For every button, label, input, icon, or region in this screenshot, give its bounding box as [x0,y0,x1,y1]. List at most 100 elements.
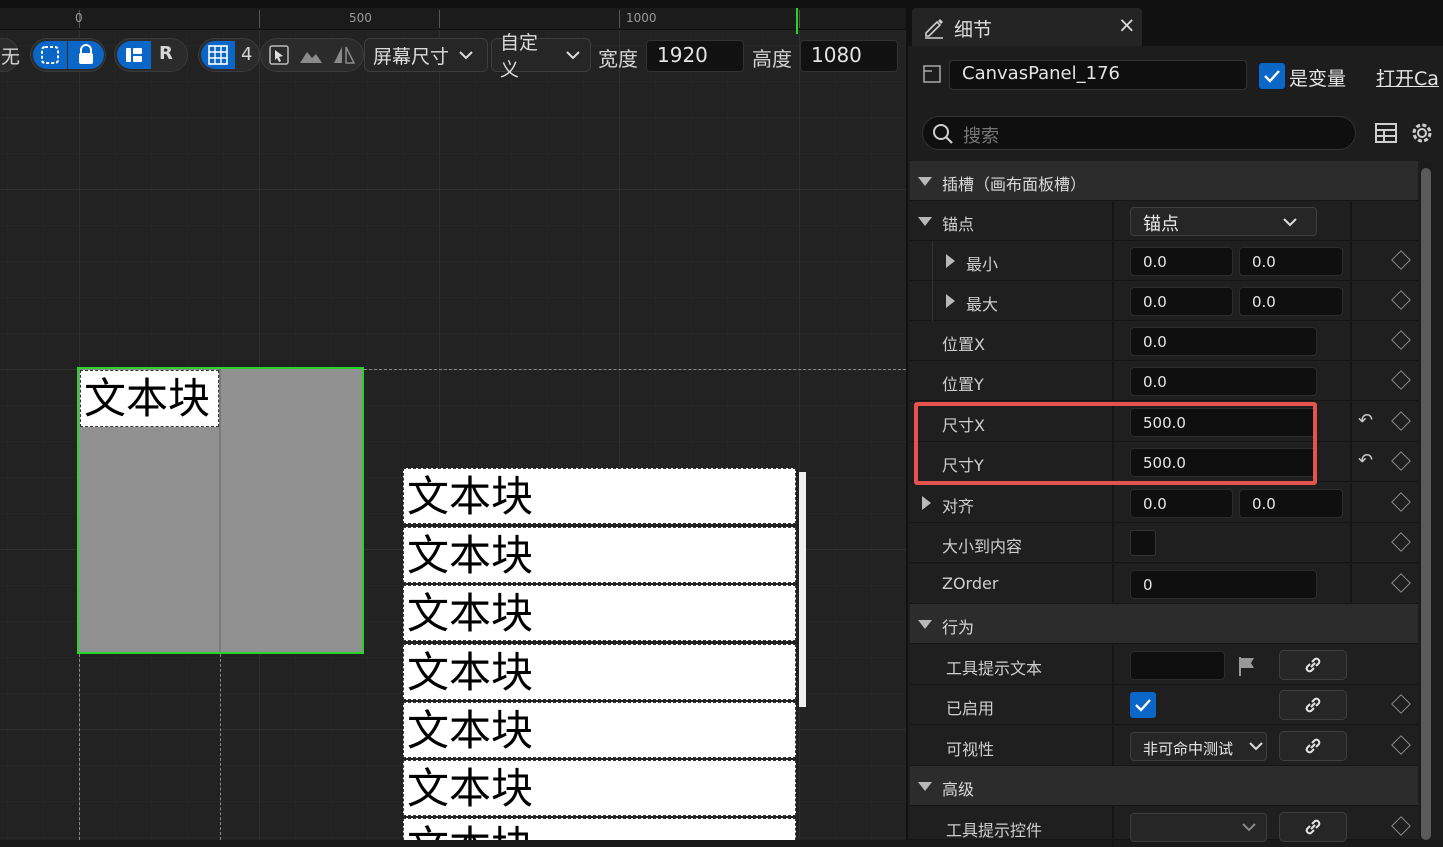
search-icon [931,122,955,150]
height-input[interactable]: 1080 [800,40,898,72]
prop-label: 大小到内容 [942,537,1023,556]
layout-icon[interactable] [117,41,151,69]
triangle-right-icon[interactable] [922,496,931,510]
prop-label: 最小 [966,255,999,274]
section-behavior[interactable]: 行为 [910,604,1418,644]
designer-canvas[interactable]: 文本块 文本块 文本块 文本块 文本块 文本块 文本块 文本块 [0,0,906,840]
tooltip-text-input[interactable] [1130,651,1225,680]
width-input[interactable]: 1920 [646,40,744,72]
list-item[interactable]: 文本块 [403,702,796,758]
prop-label: 位置Y [942,375,984,394]
link-icon [1305,819,1321,835]
list-item[interactable]: 文本块 [403,644,796,700]
keyframe-diamond-icon[interactable] [1391,532,1411,552]
section-advanced[interactable]: 高级 [910,766,1418,806]
section-label: 高级 [942,780,975,799]
lock-button-group[interactable] [30,38,106,72]
zorder-input[interactable]: 0 [1130,570,1317,599]
keyframe-diamond-icon[interactable] [1391,451,1411,471]
mirror-icon[interactable] [331,43,357,72]
grid-snap-group[interactable]: 4 [198,38,260,72]
prop-label: 可视性 [946,740,995,759]
position-y-input[interactable]: 0.0 [1130,367,1317,396]
reset-arrow-icon[interactable]: ↶ [1358,410,1373,431]
keyframe-diamond-icon[interactable] [1391,330,1411,350]
tab-title: 细节 [954,19,993,41]
component-name-input[interactable]: CanvasPanel_176 [949,60,1247,90]
alignment-x-input[interactable]: 0.0 [1130,489,1233,518]
is-variable-label: 是变量 [1289,68,1347,90]
max-y-input[interactable]: 0.0 [1239,287,1343,316]
details-scrollbar[interactable] [1420,162,1432,840]
check-icon [1264,70,1280,83]
panel-divider [219,369,221,652]
chevron-down-icon [1283,218,1297,227]
row-enabled: 已启用 [910,685,1418,725]
list-item[interactable]: 文本块 [403,760,796,816]
binding-button[interactable] [1279,731,1347,761]
keyframe-diamond-icon[interactable] [1391,370,1411,390]
partial-button[interactable]: 无 [0,38,20,72]
keyframe-diamond-icon[interactable] [1391,573,1411,593]
open-link[interactable]: 打开Ca [1376,64,1439,91]
keyframe-diamond-icon[interactable] [1391,250,1411,270]
scrollbar-thumb[interactable] [1421,168,1431,840]
view-tools-group[interactable] [260,38,364,72]
triangle-down-icon[interactable] [918,217,932,226]
image-icon[interactable] [298,43,324,72]
link-icon [1305,738,1321,754]
ruler-label: 500 [349,11,372,25]
max-x-input[interactable]: 0.0 [1130,287,1233,316]
list-item[interactable]: 文本块 [403,818,796,840]
is-variable-checkbox[interactable] [1259,63,1285,89]
keyframe-diamond-icon[interactable] [1391,694,1411,714]
respect-locks-group[interactable]: R [114,38,188,72]
list-item[interactable]: 文本块 [403,468,796,524]
search-input[interactable]: 搜索 [922,116,1356,150]
keyframe-diamond-icon[interactable] [1391,816,1411,836]
section-slot[interactable]: 插槽（画布面板槽） [910,161,1418,201]
grid-icon[interactable] [201,41,235,69]
flag-icon[interactable] [1236,655,1258,681]
scroll-box-widget[interactable]: 文本块 文本块 文本块 文本块 文本块 文本块 文本块 [403,468,800,840]
height-label: 高度 [752,47,792,71]
alignment-y-input[interactable]: 0.0 [1239,489,1343,518]
position-x-input[interactable]: 0.0 [1130,327,1317,356]
screen-size-dropdown[interactable]: 屏幕尺寸 [364,38,488,72]
keyframe-diamond-icon[interactable] [1391,411,1411,431]
close-icon[interactable]: × [1118,13,1136,37]
custom-dropdown[interactable]: 自定义 [491,32,591,81]
keyframe-diamond-icon[interactable] [1391,290,1411,310]
enabled-checkbox[interactable] [1130,692,1156,718]
tab-details[interactable]: 细节 × [912,8,1142,46]
keyframe-diamond-icon[interactable] [1391,492,1411,512]
select-marquee-icon[interactable] [33,41,67,69]
binding-button[interactable] [1279,812,1347,842]
prop-label: 对齐 [942,497,975,516]
lock-icon[interactable] [68,41,104,69]
search-placeholder: 搜索 [963,126,999,147]
binding-button[interactable] [1279,690,1347,720]
ruler-marker [796,8,798,34]
triangle-right-icon[interactable] [946,254,955,268]
screen-size-label: 屏幕尺寸 [373,45,450,68]
min-x-input[interactable]: 0.0 [1130,247,1233,276]
list-item[interactable]: 文本块 [403,527,796,583]
table-view-icon[interactable] [1374,121,1398,149]
scroll-box-scrollbar[interactable] [799,472,806,707]
list-item[interactable]: 文本块 [403,585,796,641]
gear-icon[interactable] [1409,120,1435,150]
cursor-box-icon[interactable] [267,43,291,72]
text-block-widget[interactable]: 文本块 [80,370,219,427]
reset-arrow-icon[interactable]: ↶ [1358,450,1373,471]
guide-line [364,369,906,370]
anchors-dropdown[interactable]: 锚点 [1130,207,1317,236]
min-y-input[interactable]: 0.0 [1239,247,1343,276]
link-icon [1305,657,1321,673]
triangle-right-icon[interactable] [946,294,955,308]
size-to-content-checkbox[interactable] [1130,530,1156,556]
row-min: 最小 0.0 0.0 [910,241,1418,281]
r-button[interactable]: R [159,43,173,64]
binding-button[interactable] [1279,650,1347,680]
keyframe-diamond-icon[interactable] [1391,735,1411,755]
